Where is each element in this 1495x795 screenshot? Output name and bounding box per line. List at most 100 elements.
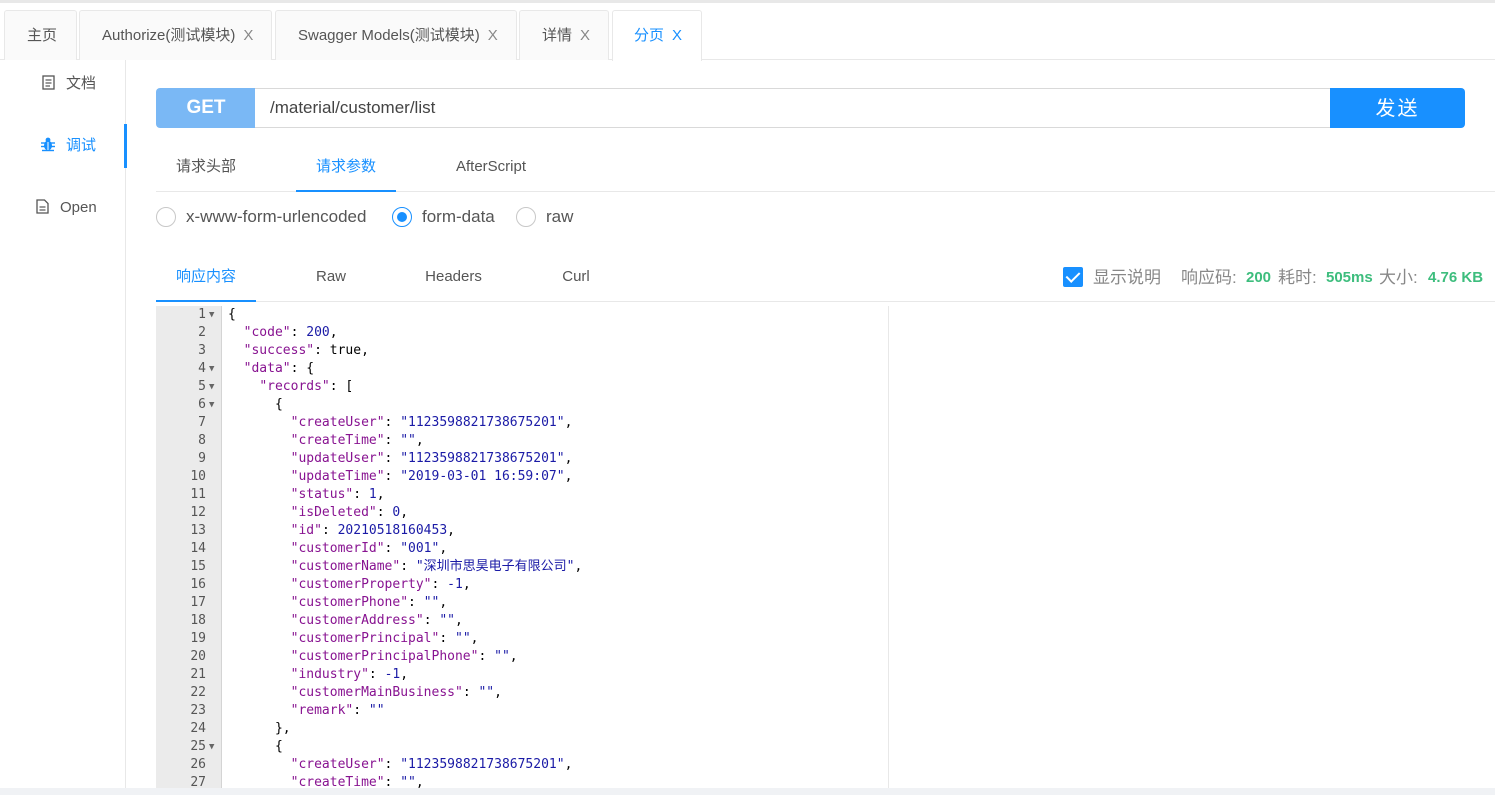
tab-pagination[interactable]: 分页 X xyxy=(612,10,702,61)
code-line: 8 "createTime": "", xyxy=(156,432,888,450)
code-text: "records": [ xyxy=(259,379,354,394)
tab-request-headers[interactable]: 请求头部 xyxy=(156,145,256,192)
tab-response-content[interactable]: 响应内容 xyxy=(156,256,256,302)
bottom-bar xyxy=(0,788,1495,795)
code-line: 5 ▼ "records": [ xyxy=(156,378,888,396)
code-line: 13 "id": 20210518160453, xyxy=(156,522,888,540)
code-text: { xyxy=(228,739,283,754)
sidebar-item-label: Open xyxy=(60,199,97,216)
code-line: 18 "customerAddress": "", xyxy=(156,612,888,630)
code-line: 25 ▼ { xyxy=(156,738,888,756)
tab-label: Authorize(测试模块) xyxy=(102,27,236,44)
code-text: "createTime": "", xyxy=(290,433,424,448)
code-text: "customerAddress": "", xyxy=(290,613,463,628)
http-method-badge[interactable]: GET xyxy=(156,88,256,128)
line-number: 10 xyxy=(190,469,206,484)
code-text: { xyxy=(228,397,283,412)
line-number: 3 xyxy=(198,343,206,358)
close-icon[interactable]: X xyxy=(243,27,253,44)
line-number: 2 xyxy=(198,325,206,340)
line-number: 27 xyxy=(190,775,206,788)
response-time-value: 505ms xyxy=(1326,269,1373,286)
response-code-value: 200 xyxy=(1246,269,1272,286)
code-line: 20 "customerPrincipalPhone": "", xyxy=(156,648,888,666)
line-number: 16 xyxy=(190,577,206,592)
close-icon[interactable]: X xyxy=(580,27,590,44)
fold-arrow-icon[interactable]: ▼ xyxy=(209,378,214,396)
code-text: "code": 200, xyxy=(243,325,338,340)
radio-circle[interactable] xyxy=(516,207,536,227)
response-time-label: 耗时: xyxy=(1278,268,1317,287)
code-line: 23 "remark": "" xyxy=(156,702,888,720)
document-icon xyxy=(40,62,56,106)
tab-authorize[interactable]: Authorize(测试模块) X xyxy=(79,10,272,60)
line-number: 19 xyxy=(190,631,206,646)
code-line: 16 "customerProperty": -1, xyxy=(156,576,888,594)
sidebar-item-open[interactable]: Open xyxy=(0,186,126,230)
url-input[interactable] xyxy=(255,88,1331,128)
fold-arrow-icon[interactable]: ▼ xyxy=(209,306,214,324)
line-number: 6 xyxy=(198,397,206,412)
tab-details[interactable]: 详情 X xyxy=(519,10,609,60)
radio-x-www-form-urlencoded[interactable]: x-www-form-urlencoded xyxy=(156,203,376,231)
code-text: }, xyxy=(228,721,291,736)
fold-arrow-icon[interactable]: ▼ xyxy=(209,396,214,414)
code-text: "remark": "" xyxy=(290,703,385,718)
close-icon[interactable]: X xyxy=(672,27,682,44)
code-text: "createUser": "1123598821738675201", xyxy=(290,757,573,772)
radio-circle[interactable] xyxy=(156,207,176,227)
code-line: 2 "code": 200, xyxy=(156,324,888,342)
response-code-editor[interactable]: 1 ▼{2 "code": 200, 3 "success": true, 4 ▼ "d… xyxy=(156,306,889,788)
response-size-label: 大小: xyxy=(1379,268,1418,287)
line-number: 20 xyxy=(190,649,206,664)
show-description-checkbox[interactable] xyxy=(1063,267,1083,287)
code-text: { xyxy=(228,307,236,322)
code-line: 15 "customerName": "深圳市思昊电子有限公司", xyxy=(156,558,888,576)
sidebar-item-docs[interactable]: 文档 xyxy=(0,62,126,106)
line-number: 25 xyxy=(190,739,206,754)
line-number: 22 xyxy=(190,685,206,700)
sidebar-item-debug[interactable]: 调试 xyxy=(0,124,127,168)
code-text: "customerPrincipalPhone": "", xyxy=(290,649,518,664)
radio-raw[interactable]: raw xyxy=(516,203,586,231)
code-text: "createUser": "1123598821738675201", xyxy=(290,415,573,430)
tab-response-curl[interactable]: Curl xyxy=(541,256,611,302)
code-text: "customerId": "001", xyxy=(290,541,448,556)
code-text: "success": true, xyxy=(243,343,369,358)
code-line: 4 ▼ "data": { xyxy=(156,360,888,378)
code-line: 3 "success": true, xyxy=(156,342,888,360)
tab-response-headers[interactable]: Headers xyxy=(411,256,496,302)
line-number: 23 xyxy=(190,703,206,718)
code-text: "createTime": "", xyxy=(290,775,424,788)
close-icon[interactable]: X xyxy=(488,27,498,44)
line-number: 12 xyxy=(190,505,206,520)
code-line: 10 "updateTime": "2019-03-01 16:59:07", xyxy=(156,468,888,486)
fold-arrow-icon[interactable]: ▼ xyxy=(209,738,214,756)
tab-request-params[interactable]: 请求参数 xyxy=(296,145,396,192)
code-text: "customerPhone": "", xyxy=(290,595,448,610)
radio-form-data[interactable]: form-data xyxy=(392,203,502,231)
line-number: 13 xyxy=(190,523,206,538)
sidebar-item-label: 调试 xyxy=(66,137,97,154)
code-text: "isDeleted": 0, xyxy=(290,505,409,520)
tab-afterscript[interactable]: AfterScript xyxy=(436,145,546,192)
send-button[interactable]: 发送 xyxy=(1330,88,1465,128)
code-text: "customerProperty": -1, xyxy=(290,577,471,592)
tab-response-raw[interactable]: Raw xyxy=(296,256,366,302)
code-text: "data": { xyxy=(243,361,315,376)
radio-circle[interactable] xyxy=(392,207,412,227)
request-tabs: 请求头部 请求参数 AfterScript xyxy=(156,145,1495,192)
code-line: 11 "status": 1, xyxy=(156,486,888,504)
line-number: 7 xyxy=(198,415,206,430)
fold-arrow-icon[interactable]: ▼ xyxy=(209,360,214,378)
tab-swagger-models[interactable]: Swagger Models(测试模块) X xyxy=(275,10,517,60)
code-text: "customerName": "深圳市思昊电子有限公司", xyxy=(290,559,583,574)
tab-home[interactable]: 主页 xyxy=(4,10,77,60)
line-number: 4 xyxy=(198,361,206,376)
line-number: 26 xyxy=(190,757,206,772)
code-line: 19 "customerPrincipal": "", xyxy=(156,630,888,648)
radio-label: x-www-form-urlencoded xyxy=(186,207,367,226)
code-line: 9 "updateUser": "1123598821738675201", xyxy=(156,450,888,468)
code-text: "customerPrincipal": "", xyxy=(290,631,479,646)
show-description-label[interactable]: 显示说明 xyxy=(1093,264,1161,292)
